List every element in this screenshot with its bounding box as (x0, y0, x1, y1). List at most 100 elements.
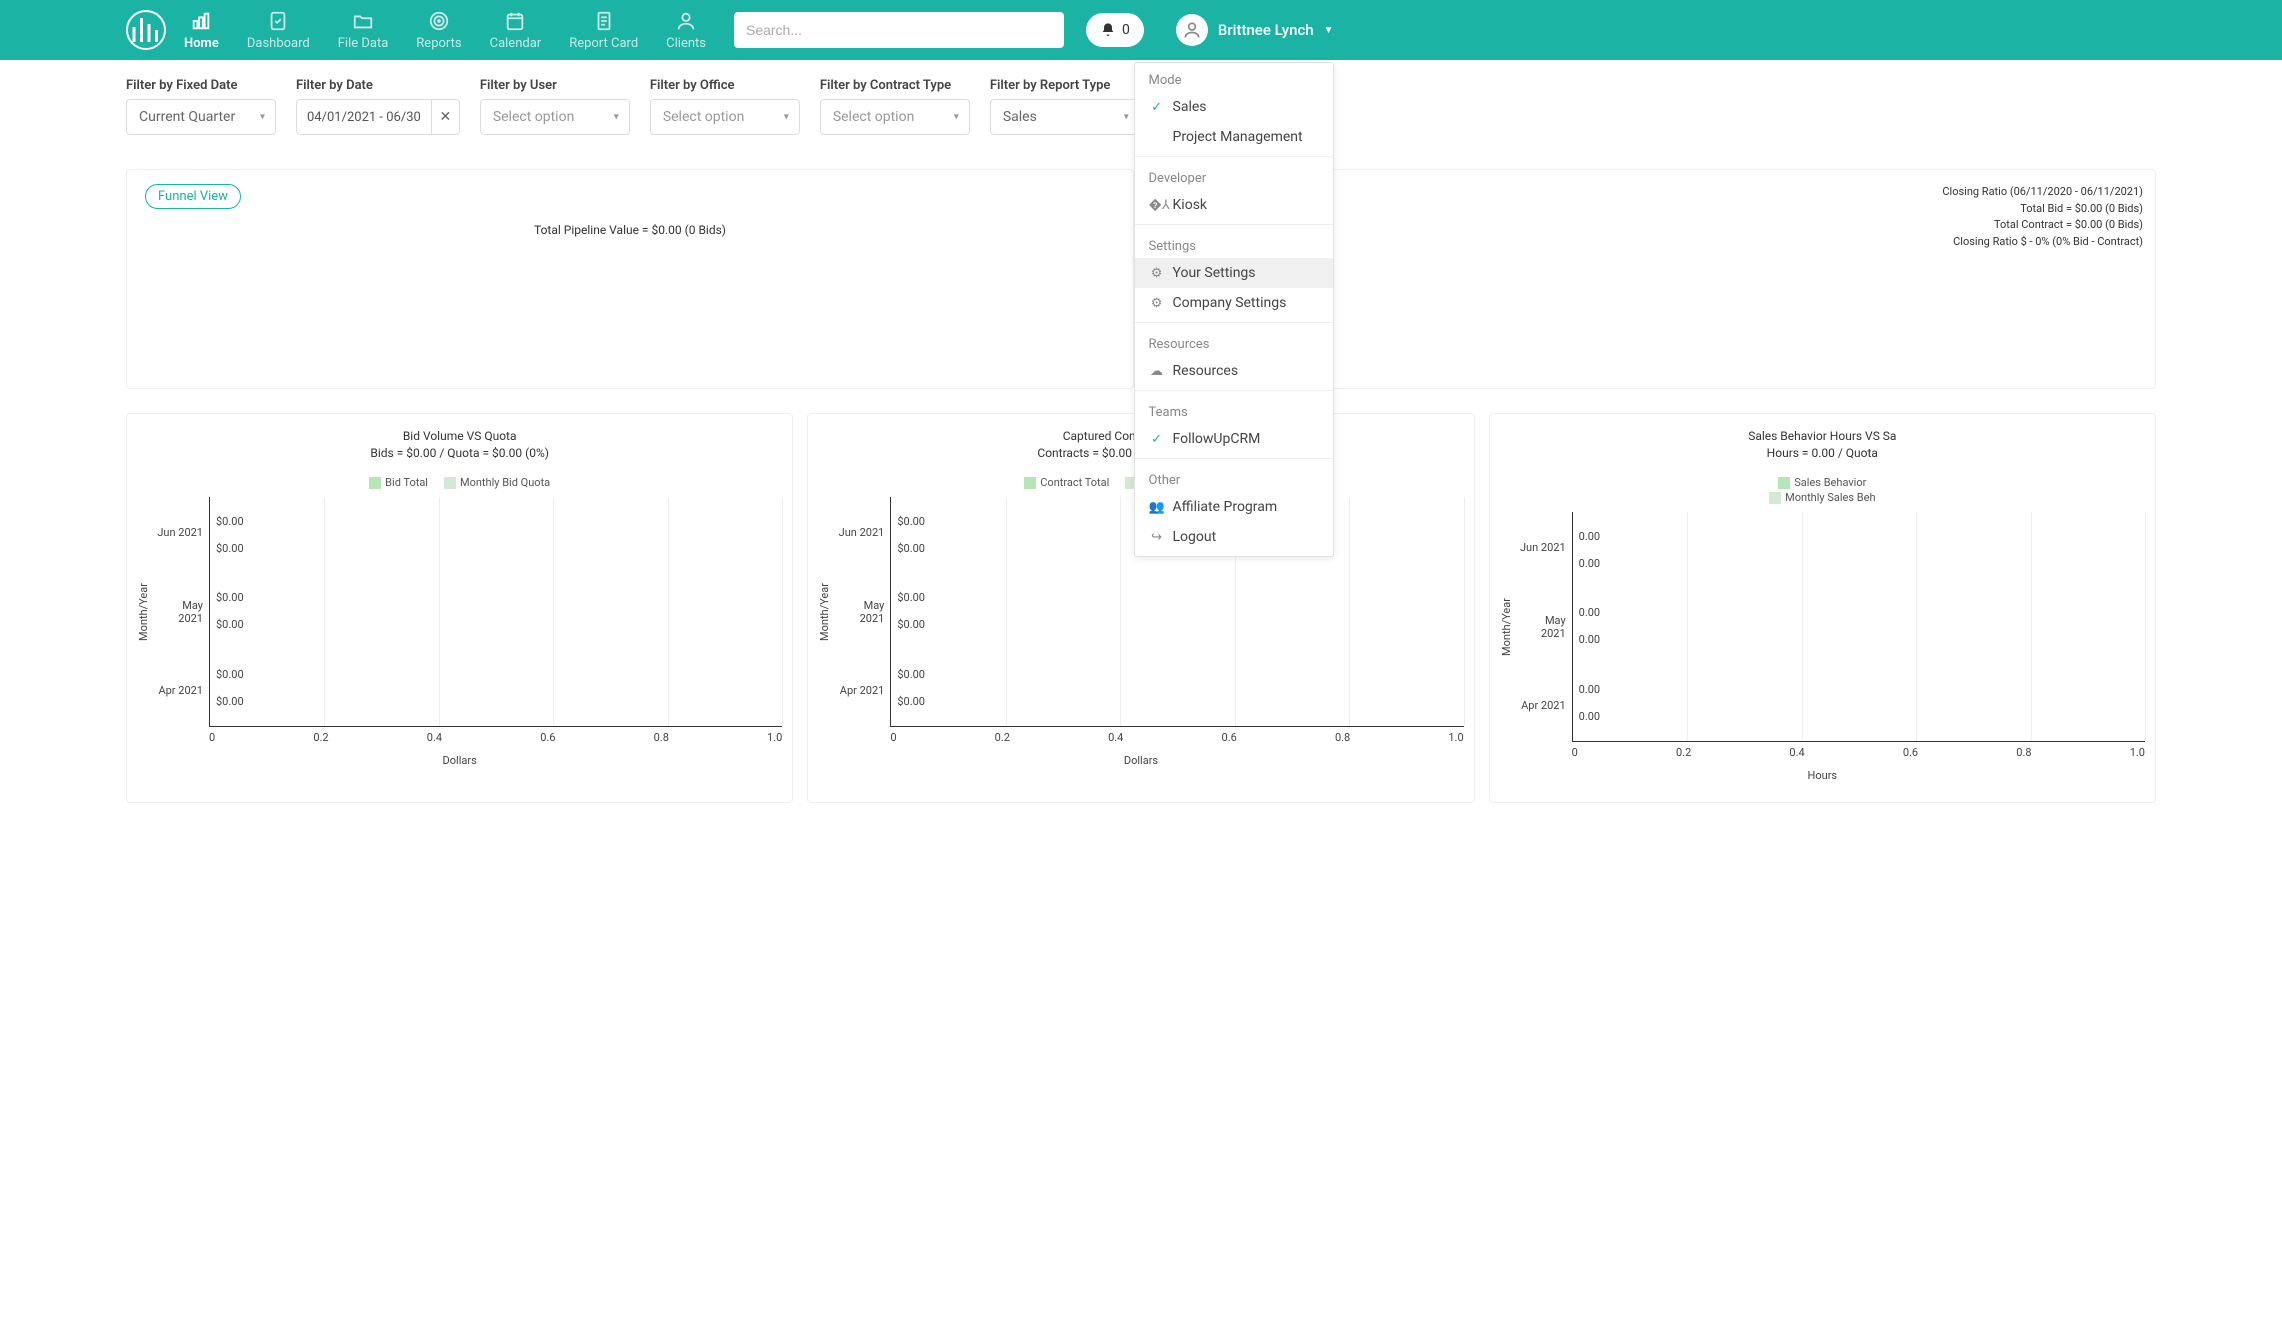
dropdown-item-logout[interactable]: ↪ Logout (1135, 522, 1333, 552)
bell-icon (1100, 22, 1116, 38)
select-value: Current Quarter (139, 109, 235, 125)
nav-label: Calendar (490, 36, 542, 51)
app-logo[interactable] (126, 10, 166, 50)
fixed-date-select[interactable]: Current Quarter (126, 99, 276, 135)
divider (1135, 458, 1333, 459)
nav-label: Reports (416, 36, 461, 51)
logout-icon: ↪ (1149, 530, 1165, 545)
y-axis-label: Month/Year (137, 497, 155, 727)
select-value: Sales (1003, 109, 1037, 125)
search-wrap (734, 12, 1064, 48)
user-select[interactable]: Select option (480, 99, 630, 135)
dropdown-item-your-settings[interactable]: ⚙ Your Settings (1135, 258, 1333, 288)
x-ticks: 00.20.40.60.81.0 (209, 731, 782, 744)
check-icon: ✓ (1149, 432, 1165, 447)
users-icon: 👥 (1149, 500, 1165, 515)
legend-item: Sales Behavior (1778, 476, 1866, 489)
contract-type-select[interactable]: Select option (820, 99, 970, 135)
closing-line: Total Contract = $0.00 (0 Bids) (1942, 217, 2143, 234)
nav-label: Dashboard (247, 36, 310, 51)
nav-dashboard[interactable]: Dashboard (247, 10, 310, 51)
funnel-view-badge[interactable]: Funnel View (145, 184, 241, 209)
x-ticks: 00.20.40.60.81.0 (1572, 746, 2145, 759)
user-menu-trigger[interactable]: Brittnee Lynch ▼ Mode ✓ Sales Project Ma… (1176, 14, 1334, 46)
y-axis-label: Month/Year (1500, 512, 1518, 742)
dropdown-item-label: Project Management (1173, 129, 1303, 145)
dropdown-item-label: FollowUpCRM (1173, 431, 1261, 447)
bar-chart-icon (190, 10, 212, 32)
nav-label: Clients (666, 36, 706, 51)
search-input[interactable] (734, 12, 1064, 48)
filter-fixed-date: Filter by Fixed Date Current Quarter (126, 78, 276, 135)
dropdown-item-label: Company Settings (1173, 295, 1287, 311)
dropdown-item-followupcrm[interactable]: ✓ FollowUpCRM (1135, 424, 1333, 454)
filter-date: Filter by Date 04/01/2021 - 06/30 ✕ (296, 78, 460, 135)
filter-report-type: Filter by Report Type Sales (990, 78, 1140, 135)
nav-calendar[interactable]: Calendar (490, 10, 542, 51)
check-icon: ✓ (1149, 100, 1165, 115)
target-icon (428, 10, 450, 32)
dropdown-item-resources[interactable]: ☁ Resources (1135, 356, 1333, 386)
x-axis-label: Dollars (818, 754, 1463, 767)
chart-sales-behavior: Sales Behavior Hours VS Sa Hours = 0.00 … (1489, 413, 2156, 803)
user-name: Brittnee Lynch (1218, 21, 1314, 39)
nav-home[interactable]: Home (184, 10, 219, 51)
date-range-input[interactable]: 04/01/2021 - 06/30 (296, 99, 432, 135)
dropdown-item-kiosk[interactable]: �⅄ Kiosk (1135, 190, 1333, 220)
nav-label: Report Card (569, 36, 638, 51)
clipboard-check-icon (267, 10, 289, 32)
legend-item: Bid Total (369, 476, 428, 489)
dropdown-item-label: Affiliate Program (1173, 499, 1278, 515)
date-clear-button[interactable]: ✕ (432, 99, 460, 135)
filter-contract-type: Filter by Contract Type Select option (820, 78, 970, 135)
gear-icon: ⚙ (1149, 296, 1165, 311)
dropdown-item-affiliate[interactable]: 👥 Affiliate Program (1135, 492, 1333, 522)
chart-bid-volume: Bid Volume VS Quota Bids = $0.00 / Quota… (126, 413, 793, 803)
nav-label: Home (184, 36, 219, 51)
chart-legend: Sales Behavior Monthly Sales Beh (1500, 476, 2145, 504)
closing-ratio-block: Closing Ratio (06/11/2020 - 06/11/2021) … (1942, 184, 2143, 250)
plot-area: $0.00$0.00 $0.00$0.00 $0.00$0.00 (209, 497, 782, 727)
select-placeholder: Select option (493, 109, 575, 125)
filter-label: Filter by Fixed Date (126, 78, 276, 93)
chart-body: Month/Year Jun 2021 May 2021 Apr 2021 $0… (137, 497, 782, 727)
notifications-count: 0 (1122, 22, 1130, 38)
filter-label: Filter by Report Type (990, 78, 1140, 93)
divider (1135, 390, 1333, 391)
gear-icon: ⚙ (1149, 266, 1165, 281)
avatar-icon (1182, 20, 1202, 40)
legend-item: Contract Total (1024, 476, 1109, 489)
avatar (1176, 14, 1208, 46)
dropdown-item-company-settings[interactable]: ⚙ Company Settings (1135, 288, 1333, 318)
nav-clients[interactable]: Clients (666, 10, 706, 51)
closing-line: Closing Ratio (06/11/2020 - 06/11/2021) (1942, 184, 2143, 201)
pipeline-value-text: Total Pipeline Value = $0.00 (0 Bids) (145, 223, 1115, 237)
divider (1135, 224, 1333, 225)
nav-filedata[interactable]: File Data (338, 10, 389, 51)
y-ticks: Jun 2021 May 2021 Apr 2021 (155, 497, 209, 727)
x-axis-label: Dollars (137, 754, 782, 767)
y-ticks: Jun 2021 May 2021 Apr 2021 (1518, 512, 1572, 742)
nav-items: Home Dashboard File Data Reports Calenda… (184, 10, 706, 51)
legend-item: Monthly Sales Beh (1769, 491, 1875, 504)
nav-reportcard[interactable]: Report Card (569, 10, 638, 51)
notifications-button[interactable]: 0 (1086, 13, 1144, 47)
cloud-icon: ☁ (1149, 364, 1165, 379)
dropdown-section-teams: Teams (1135, 395, 1333, 424)
report-type-select[interactable]: Sales (990, 99, 1140, 135)
x-ticks: 00.20.40.60.81.0 (890, 731, 1463, 744)
dropdown-section-mode: Mode (1135, 63, 1333, 92)
select-placeholder: Select option (663, 109, 745, 125)
close-icon: ✕ (439, 109, 451, 125)
legend-item: Monthly Bid Quota (444, 476, 550, 489)
date-value: 04/01/2021 - 06/30 (307, 110, 421, 125)
filter-label: Filter by Date (296, 78, 460, 93)
dropdown-item-label: Logout (1173, 529, 1217, 545)
office-select[interactable]: Select option (650, 99, 800, 135)
dropdown-item-label: Resources (1173, 363, 1239, 379)
nav-reports[interactable]: Reports (416, 10, 461, 51)
dropdown-item-sales[interactable]: ✓ Sales (1135, 92, 1333, 122)
dropdown-item-project-management[interactable]: Project Management (1135, 122, 1333, 152)
chart-legend: Bid Total Monthly Bid Quota (137, 476, 782, 489)
divider (1135, 156, 1333, 157)
